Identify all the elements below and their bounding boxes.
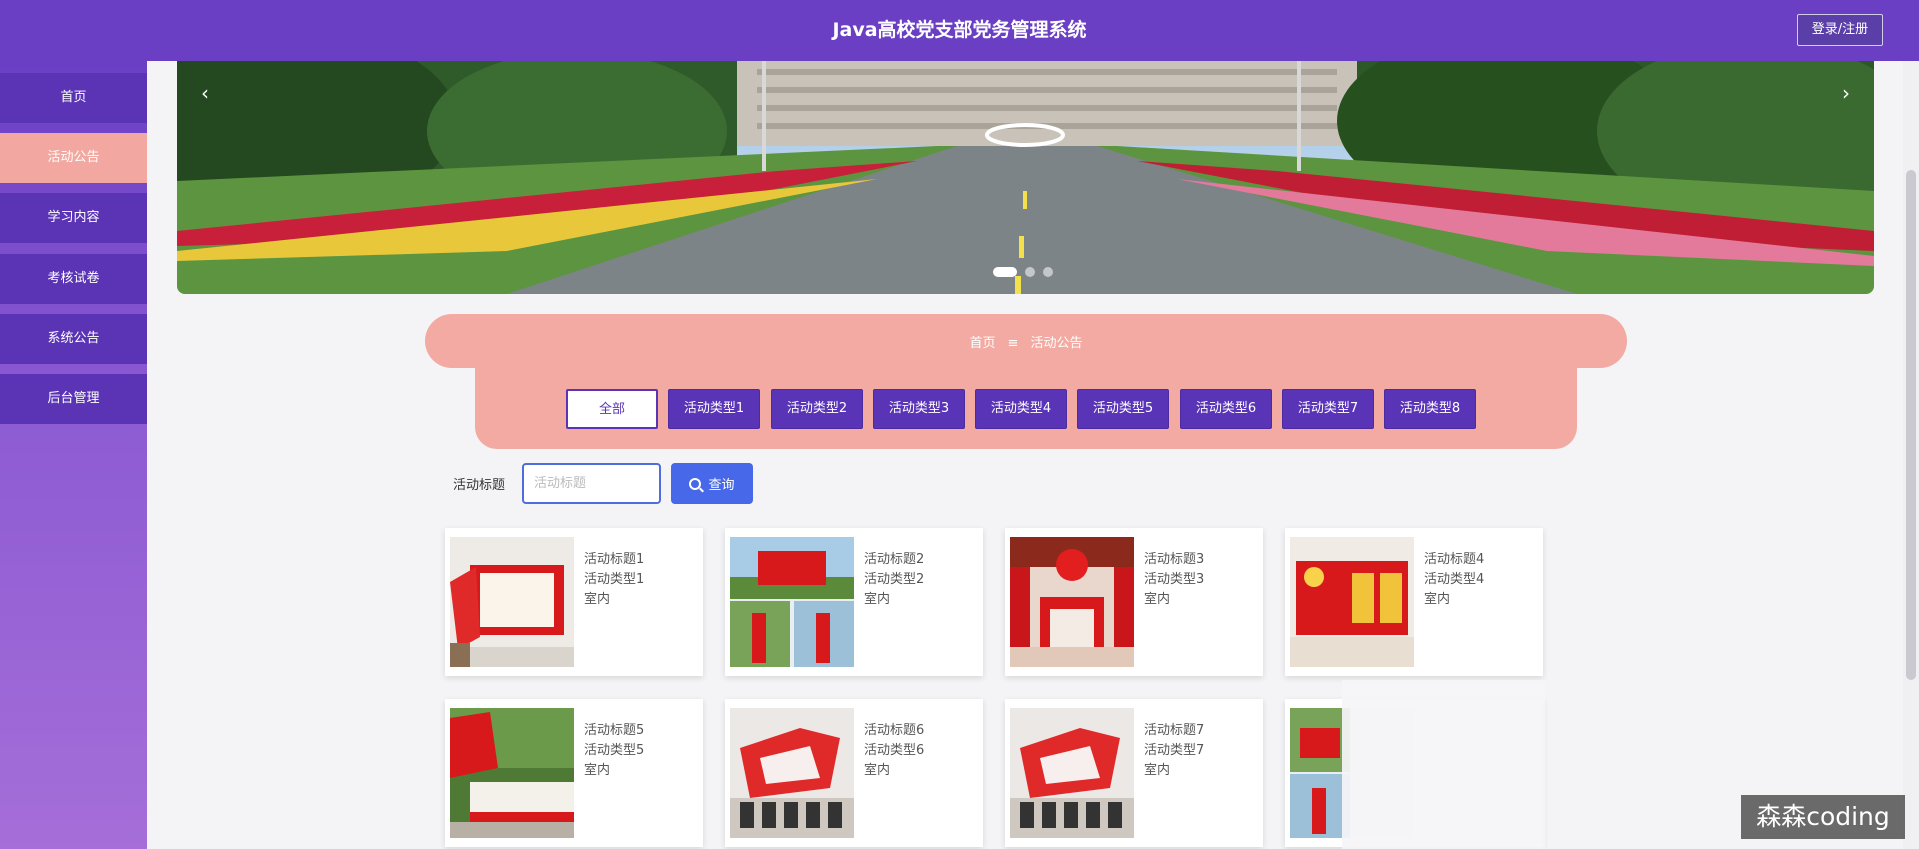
blurred-region [1342, 680, 1545, 849]
activity-type: 活动类型4 [1424, 572, 1485, 587]
activity-type: 活动类型3 [1144, 572, 1205, 587]
sidebar-item-system-notices[interactable]: 系统公告 [0, 314, 147, 364]
activity-title: 活动标题4 [1424, 552, 1485, 567]
carousel-prev-icon[interactable]: ‹ [201, 81, 209, 105]
activity-title: 活动标题7 [1144, 723, 1205, 738]
activity-place: 室内 [864, 763, 891, 778]
tab-type-8[interactable]: 活动类型8 [1384, 389, 1476, 429]
tab-type-7[interactable]: 活动类型7 [1282, 389, 1374, 429]
activity-card[interactable]: 活动标题1 活动类型1 室内 [445, 528, 703, 676]
carousel-next-icon[interactable]: › [1842, 81, 1850, 105]
tab-type-3[interactable]: 活动类型3 [873, 389, 965, 429]
activity-info: 活动标题5 活动类型5 室内 [584, 721, 644, 781]
activity-card[interactable]: 活动标题7 活动类型7 室内 [1005, 699, 1263, 847]
activity-thumbnail [1290, 537, 1414, 667]
activity-info: 活动标题3 活动类型3 室内 [1144, 550, 1204, 610]
sidebar-item-announcements[interactable]: 活动公告 [0, 133, 147, 183]
activity-type: 活动类型7 [1144, 743, 1205, 758]
activity-type: 活动类型2 [864, 572, 925, 587]
sidebar: 首页 活动公告 学习内容 考核试卷 系统公告 后台管理 [0, 61, 147, 849]
activity-title: 活动标题6 [864, 723, 925, 738]
activity-place: 室内 [584, 592, 611, 607]
carousel-dot[interactable] [1025, 267, 1035, 277]
activity-title: 活动标题2 [864, 552, 925, 567]
activity-place: 室内 [1424, 592, 1451, 607]
search-icon [689, 477, 702, 490]
activity-type: 活动类型6 [864, 743, 925, 758]
activity-info: 活动标题1 活动类型1 室内 [584, 550, 644, 610]
sidebar-item-admin[interactable]: 后台管理 [0, 374, 147, 424]
watermark: 森森coding [1741, 795, 1905, 839]
activity-title: 活动标题1 [584, 552, 645, 567]
activity-card[interactable]: 活动标题2 活动类型2 室内 [725, 528, 983, 676]
tab-type-4[interactable]: 活动类型4 [975, 389, 1067, 429]
sidebar-item-home[interactable]: 首页 [0, 73, 147, 123]
breadcrumb-current: 活动公告 [1030, 336, 1083, 351]
tab-type-2[interactable]: 活动类型2 [771, 389, 863, 429]
activity-place: 室内 [584, 763, 611, 778]
activity-info: 活动标题6 活动类型6 室内 [864, 721, 924, 781]
carousel-dot[interactable] [993, 267, 1017, 277]
activity-card[interactable]: 活动标题4 活动类型4 室内 [1285, 528, 1543, 676]
activity-thumbnail [730, 708, 854, 838]
carousel-dot[interactable] [1043, 267, 1053, 277]
scrollbar-thumb[interactable] [1906, 170, 1916, 680]
carousel-indicators [993, 267, 1053, 277]
breadcrumb-separator-icon: ≡ [1007, 336, 1019, 351]
activity-card[interactable]: 活动标题6 活动类型6 室内 [725, 699, 983, 847]
activity-info: 活动标题7 活动类型7 室内 [1144, 721, 1204, 781]
site-title: Java高校党支部党务管理系统 [832, 19, 1087, 41]
banner-image [177, 61, 1874, 294]
search-button[interactable]: 查询 [671, 463, 753, 504]
tab-all[interactable]: 全部 [566, 389, 658, 429]
activity-info: 活动标题2 活动类型2 室内 [864, 550, 924, 610]
activity-info: 活动标题4 活动类型4 室内 [1424, 550, 1484, 610]
top-header: Java高校党支部党务管理系统 登录/注册 [0, 0, 1919, 61]
activity-place: 室内 [1144, 763, 1171, 778]
search-label: 活动标题 [453, 478, 506, 493]
activity-place: 室内 [864, 592, 891, 607]
activity-thumbnail [450, 708, 574, 838]
sidebar-item-learning[interactable]: 学习内容 [0, 193, 147, 243]
breadcrumb-home[interactable]: 首页 [970, 336, 996, 351]
activity-type: 活动类型5 [584, 743, 645, 758]
tab-type-6[interactable]: 活动类型6 [1180, 389, 1272, 429]
search-button-label: 查询 [708, 478, 735, 493]
search-input[interactable] [522, 463, 661, 504]
activity-title: 活动标题3 [1144, 552, 1205, 567]
activity-thumbnail [1010, 708, 1134, 838]
activity-place: 室内 [1144, 592, 1171, 607]
banner-carousel[interactable]: ‹ › [177, 61, 1874, 294]
activity-thumbnail [730, 537, 854, 667]
login-register-button[interactable]: 登录/注册 [1797, 14, 1883, 46]
sidebar-item-exams[interactable]: 考核试卷 [0, 254, 147, 304]
activity-title: 活动标题5 [584, 723, 645, 738]
activity-card[interactable]: 活动标题3 活动类型3 室内 [1005, 528, 1263, 676]
activity-card[interactable]: 活动标题5 活动类型5 室内 [445, 699, 703, 847]
breadcrumb: 首页 ≡ 活动公告 [425, 332, 1627, 351]
tab-type-5[interactable]: 活动类型5 [1077, 389, 1169, 429]
tab-type-1[interactable]: 活动类型1 [668, 389, 760, 429]
activity-thumbnail [1010, 537, 1134, 667]
activity-thumbnail [450, 537, 574, 667]
activity-type: 活动类型1 [584, 572, 645, 587]
